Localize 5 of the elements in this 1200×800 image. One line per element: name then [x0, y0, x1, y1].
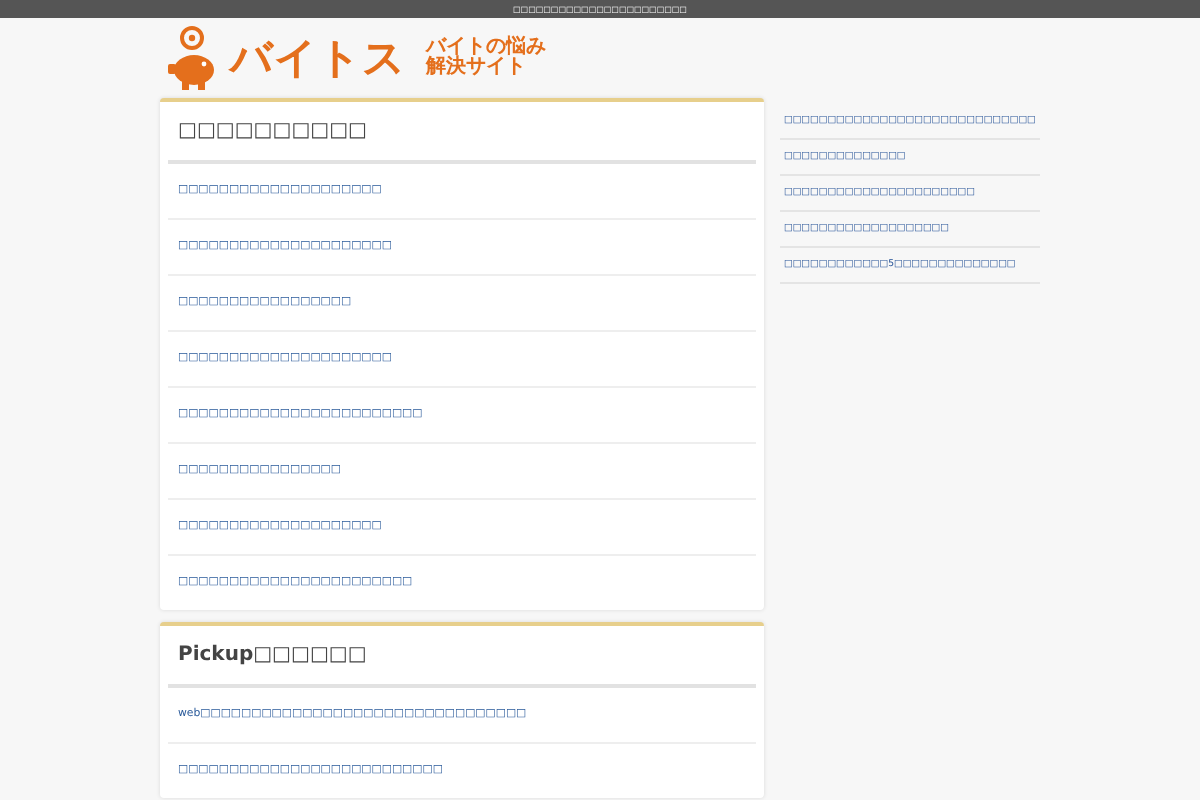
section-title: □□□□□□□□□□	[168, 102, 756, 164]
section-title: Pickup□□□□□□	[168, 626, 756, 688]
logo-tagline: 解決サイト	[426, 58, 528, 78]
logo-tagline: バイトの悩み	[426, 38, 546, 58]
piggy-bank-icon	[166, 25, 218, 91]
